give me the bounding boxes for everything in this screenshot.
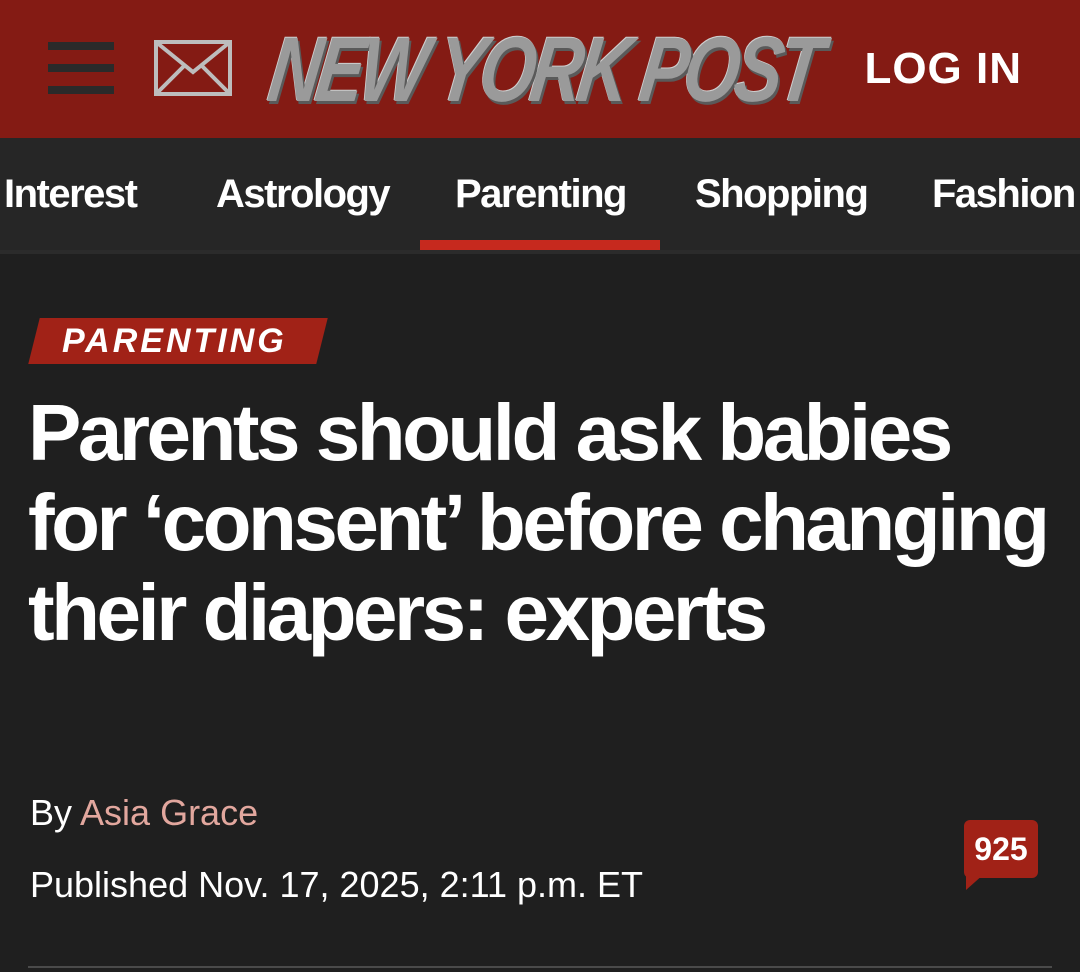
- login-button[interactable]: LOG IN: [864, 44, 1022, 94]
- nav-tab-shopping[interactable]: Shopping: [695, 170, 869, 218]
- nav-tab-astrology[interactable]: Astrology: [216, 170, 391, 218]
- published-date: Published Nov. 17, 2025, 2:11 p.m. ET: [30, 864, 644, 905]
- logo-wordmark: NEW YORK POST: [262, 19, 825, 121]
- category-tag[interactable]: PARENTING: [62, 319, 287, 363]
- top-header: NEW YORK POST LOG IN: [0, 0, 1080, 138]
- menu-bar-top: [48, 42, 114, 50]
- section-nav: Interest Astrology Parenting Shopping Fa…: [0, 138, 1080, 250]
- speech-bubble-tail: [966, 874, 984, 890]
- comments-button[interactable]: 925: [964, 820, 1038, 890]
- byline: By Asia Grace: [30, 790, 258, 836]
- active-tab-indicator: [420, 240, 660, 250]
- byline-prefix: By: [30, 792, 73, 833]
- comment-count: 925: [974, 831, 1028, 867]
- nav-divider: [0, 250, 1080, 254]
- section-divider: [28, 966, 1052, 968]
- author-link[interactable]: Asia Grace: [80, 792, 258, 833]
- nav-tab-fashion[interactable]: Fashion: [932, 170, 1076, 218]
- new-york-post-logo[interactable]: NEW YORK POST: [258, 19, 830, 121]
- nav-tab-parenting[interactable]: Parenting: [455, 170, 627, 218]
- article-headline: Parents should ask babies for ‘consent’ …: [28, 388, 1050, 657]
- nav-tab-interest[interactable]: Interest: [4, 170, 138, 218]
- hamburger-menu-icon[interactable]: [48, 42, 114, 94]
- menu-bar-middle: [48, 64, 114, 72]
- menu-bar-bottom: [48, 86, 114, 94]
- envelope-icon[interactable]: [154, 40, 232, 96]
